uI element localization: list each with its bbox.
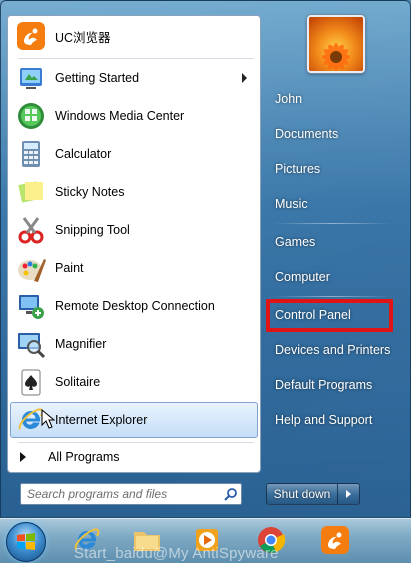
app-label: Solitaire xyxy=(55,375,101,389)
right-item-label: Games xyxy=(275,235,316,249)
app-label: Calculator xyxy=(55,147,112,161)
app-label: Magnifier xyxy=(55,337,107,351)
default-programs-link[interactable]: Default Programs xyxy=(269,370,395,400)
all-programs-button[interactable]: All Programs xyxy=(10,444,258,470)
music-link[interactable]: Music xyxy=(269,189,395,219)
app-paint[interactable]: Paint xyxy=(10,250,258,286)
app-getting-started[interactable]: Getting Started xyxy=(10,60,258,96)
app-label: UC浏览器 xyxy=(55,30,111,45)
right-item-label: Help and Support xyxy=(275,413,373,427)
shutdown-group: Shut down xyxy=(266,483,360,505)
media-center-icon xyxy=(15,100,47,132)
chevron-right-icon xyxy=(346,490,351,498)
search-input[interactable] xyxy=(27,485,221,503)
help-and-support-link[interactable]: Help and Support xyxy=(269,405,395,435)
app-label: Paint xyxy=(55,261,84,275)
control-panel-highlight xyxy=(266,299,393,332)
calculator-icon xyxy=(15,138,47,170)
watermark-text: Start_baidu@My AntiSpyware xyxy=(74,545,279,562)
divider xyxy=(273,223,391,224)
getting-started-icon xyxy=(15,62,47,94)
app-calculator[interactable]: Calculator xyxy=(10,136,258,172)
right-item-label: Documents xyxy=(275,127,339,141)
devices-and-printers-link[interactable]: Devices and Printers xyxy=(269,335,395,365)
app-sticky-notes[interactable]: Sticky Notes xyxy=(10,174,258,210)
uc-browser-icon xyxy=(320,525,350,560)
expand-arrow-icon xyxy=(20,452,26,462)
app-label: Getting Started xyxy=(55,71,140,85)
right-item-label: Computer xyxy=(275,270,330,284)
taskbar-uc-browser[interactable] xyxy=(316,523,354,561)
divider xyxy=(18,58,254,59)
start-orb-icon[interactable] xyxy=(6,522,46,562)
user-picture[interactable] xyxy=(307,15,365,73)
app-label: Remote Desktop Connection xyxy=(55,299,215,313)
app-snipping-tool[interactable]: Snipping Tool xyxy=(10,212,258,248)
shutdown-button[interactable]: Shut down xyxy=(266,483,338,505)
shutdown-options-button[interactable] xyxy=(338,483,360,505)
programs-pane: UC浏览器 Getting Started Windows Media Cent… xyxy=(7,15,261,473)
right-item-label: Devices and Printers xyxy=(275,343,391,357)
app-uc-browser[interactable]: UC浏览器 xyxy=(10,18,258,54)
divider xyxy=(273,296,391,297)
right-item-label: Music xyxy=(275,197,308,211)
app-label: Sticky Notes xyxy=(55,185,125,199)
pictures-link[interactable]: Pictures xyxy=(269,154,395,184)
app-remote-desktop[interactable]: Remote Desktop Connection xyxy=(10,288,258,324)
search-icon[interactable] xyxy=(221,484,241,504)
all-programs-label: All Programs xyxy=(48,450,120,464)
right-item-label: Default Programs xyxy=(275,378,373,392)
snipping-tool-icon xyxy=(15,214,47,246)
right-item-label: Pictures xyxy=(275,162,321,176)
right-item-label: John xyxy=(275,92,303,106)
documents-link[interactable]: Documents xyxy=(269,119,395,149)
mouse-cursor-icon xyxy=(41,408,56,434)
uc-browser-icon xyxy=(15,20,47,52)
search-box[interactable] xyxy=(20,483,242,505)
computer-link[interactable]: Computer xyxy=(269,262,395,292)
app-windows-media-center[interactable]: Windows Media Center xyxy=(10,98,258,134)
divider xyxy=(18,442,254,443)
user-name-link[interactable]: John xyxy=(269,84,395,114)
remote-desktop-icon xyxy=(15,290,47,322)
paint-icon xyxy=(15,252,47,284)
app-label: Snipping Tool xyxy=(55,223,130,237)
magnifier-icon xyxy=(15,328,47,360)
games-link[interactable]: Games xyxy=(269,227,395,257)
app-label: Windows Media Center xyxy=(55,109,185,123)
submenu-arrow-icon xyxy=(242,73,247,83)
app-label: Internet Explorer xyxy=(55,413,148,427)
start-menu: UC浏览器 Getting Started Windows Media Cent… xyxy=(0,0,411,518)
solitaire-icon xyxy=(15,366,47,398)
app-solitaire[interactable]: Solitaire xyxy=(10,364,258,400)
sticky-notes-icon xyxy=(15,176,47,208)
app-magnifier[interactable]: Magnifier xyxy=(10,326,258,362)
